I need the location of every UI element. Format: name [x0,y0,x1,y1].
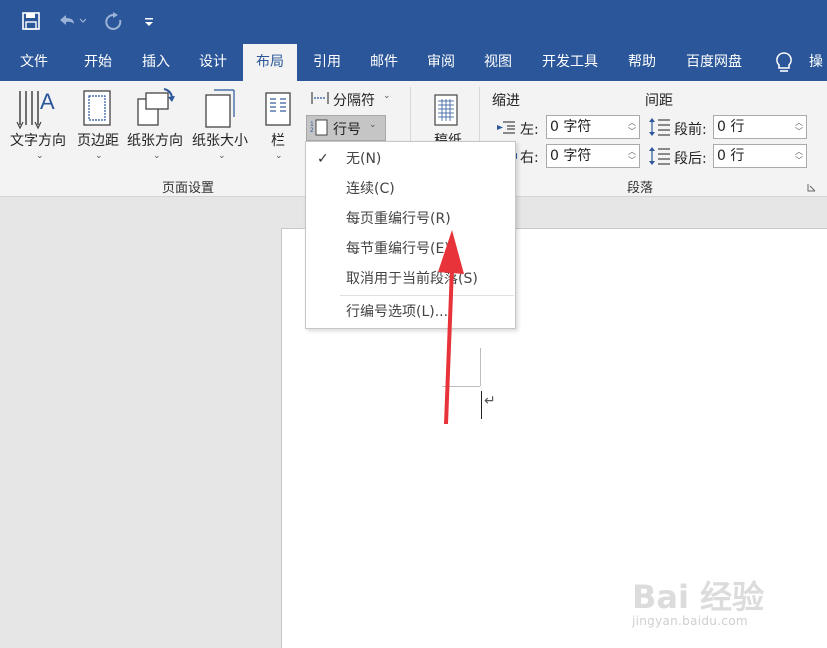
chevron-down-icon: ⌄ [275,151,283,161]
breaks-icon[interactable] [310,90,330,106]
tab-layout[interactable]: 布局 [243,44,297,81]
checkmark-icon: ✓ [317,151,329,167]
space-before-icon [649,117,671,137]
menu-item-none[interactable]: ✓ 无(N) [306,144,515,174]
margin-corner-mark [480,348,481,386]
text-direction-icon[interactable]: A [16,87,60,135]
indent-left-field[interactable]: 0 字符 ︿ ﹀ [546,115,640,139]
group-label-page-setup: 页面设置 [162,181,215,196]
tab-review[interactable]: 审阅 [415,44,467,81]
paper-size-icon[interactable] [202,87,238,131]
spin-up-icon[interactable]: ︿ [627,148,637,156]
menu-item-restart-each-section[interactable]: 每节重编行号(E) [306,234,515,264]
columns-icon[interactable] [264,91,294,129]
tab-help[interactable]: 帮助 [616,44,668,81]
indent-left-icon [497,120,515,134]
space-before-value: 0 行 [717,119,745,135]
svg-text:2: 2 [310,127,314,134]
space-before-field[interactable]: 0 行 ︿ ﹀ [713,115,807,139]
chevron-down-icon: ⌄ [95,151,103,161]
lightbulb-icon[interactable] [774,51,794,75]
tab-insert[interactable]: 插入 [130,44,182,81]
indent-heading: 缩进 [492,93,520,109]
menu-item-line-numbering-options[interactable]: 行编号选项(L)... [306,297,515,327]
indent-right-field[interactable]: 0 字符 ︿ ﹀ [546,144,640,168]
watermark-url: jingyan.baidu.com [632,614,748,628]
line-numbers-label: 行号 [333,122,361,138]
paragraph-mark: ↵ [484,393,496,409]
tab-tell-me[interactable]: 操 [804,44,827,81]
customize-qat-icon[interactable] [143,10,155,32]
columns-button[interactable]: 栏 [266,130,290,150]
menu-item-label: 无(N) [346,151,382,167]
group-label-paragraph: 段落 [627,181,654,196]
tab-baidu-netdisk[interactable]: 百度网盘 [677,44,751,81]
menu-item-label: 每页重编行号(R) [346,211,451,227]
space-after-icon [649,146,671,166]
save-icon[interactable] [22,10,40,32]
chevron-down-icon: ⌄ [383,91,391,101]
spin-down-icon[interactable]: ﹀ [794,128,804,136]
annotation-arrow [438,230,464,424]
margins-icon[interactable] [82,89,114,129]
tab-file[interactable]: 文件 [8,44,60,81]
spin-up-icon[interactable]: ︿ [794,148,804,156]
tab-design[interactable]: 设计 [187,44,239,81]
tab-view[interactable]: 视图 [472,44,524,81]
text-direction-button[interactable]: 文字方向 [8,130,68,150]
quick-access-toolbar [0,0,827,44]
menu-item-restart-each-page[interactable]: 每页重编行号(R) [306,204,515,234]
tab-developer[interactable]: 开发工具 [533,44,607,81]
paper-size-button[interactable]: 纸张大小 [190,130,250,150]
chevron-down-icon: ⌄ [218,151,226,161]
indent-left-label: 左: [520,122,539,138]
space-before-label: 段前: [674,122,707,138]
spacing-heading: 间距 [645,93,673,109]
draft-paper-icon[interactable] [433,93,461,129]
tab-references[interactable]: 引用 [301,44,353,81]
tab-home[interactable]: 开始 [72,44,124,81]
breaks-button[interactable]: 分隔符 [333,90,375,110]
line-numbers-menu: ✓ 无(N) 连续(C) 每页重编行号(R) 每节重编行号(E) 取消用于当前段… [305,141,516,329]
menu-item-suppress-current-paragraph[interactable]: 取消用于当前段落(S) [306,264,515,294]
spin-up-icon[interactable]: ︿ [794,119,804,127]
baidu-watermark: Bai 经验 jingyan.baidu.com [632,560,802,640]
undo-icon[interactable] [56,10,87,32]
dialog-launcher-icon[interactable] [807,181,816,192]
spin-down-icon[interactable]: ﹀ [627,157,637,165]
chevron-down-icon: ⌄ [369,120,377,130]
spin-down-icon[interactable]: ﹀ [794,157,804,165]
space-after-field[interactable]: 0 行 ︿ ﹀ [713,144,807,168]
svg-text:A: A [40,89,55,114]
redo-icon[interactable] [104,10,124,32]
line-numbers-icon: 12 [310,119,330,137]
orientation-icon[interactable] [136,87,176,131]
margins-button[interactable]: 页边距 [74,130,122,150]
ribbon-tabs: 文件 开始 插入 设计 布局 引用 邮件 审阅 视图 开发工具 帮助 百度网盘 … [0,44,827,81]
indent-left-value: 0 字符 [550,119,592,135]
spin-up-icon[interactable]: ︿ [627,119,637,127]
menu-separator [340,295,514,296]
chevron-down-icon: ⌄ [153,151,161,161]
spin-down-icon[interactable]: ﹀ [627,128,637,136]
space-after-value: 0 行 [717,148,745,164]
orientation-button[interactable]: 纸张方向 [125,130,185,150]
indent-right-value: 0 字符 [550,148,592,164]
tab-mailings[interactable]: 邮件 [358,44,410,81]
indent-right-label: 右: [520,150,539,166]
menu-item-label: 连续(C) [346,181,395,197]
text-cursor [481,391,482,419]
chevron-down-icon: ⌄ [36,151,44,161]
menu-item-continuous[interactable]: 连续(C) [306,174,515,204]
space-after-label: 段后: [674,151,707,167]
watermark-logo-text: Bai 经验 [632,578,765,616]
